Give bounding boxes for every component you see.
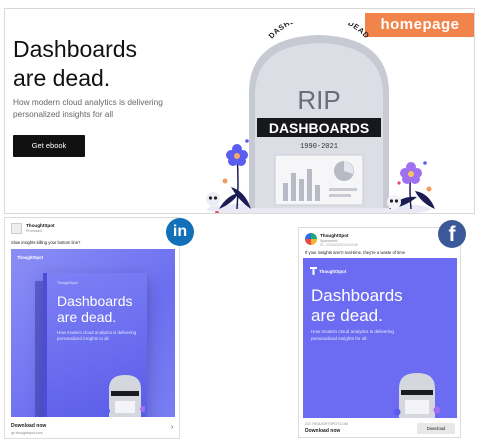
ad-id-label: ID: 2933401503440198 — [320, 243, 358, 247]
creative-subtitle: How modern cloud analytics is delivering… — [311, 329, 394, 341]
linkedin-ad-card[interactable]: ThoughtSpot Promoted Slow insights killi… — [4, 217, 180, 439]
bar-icon-2 — [291, 173, 296, 201]
bar-icon-3 — [299, 179, 304, 201]
facebook-icon: f — [438, 220, 466, 248]
tombstone-years: 1990-2021 — [300, 143, 338, 151]
creative-brand-label: ThoughtSpot — [17, 255, 44, 260]
ebook-title-line-2: are dead. — [57, 309, 117, 325]
mini-tombstone-icon — [393, 373, 441, 418]
creative-title-line-1: Dashboards — [311, 286, 403, 305]
thoughtspot-logo-icon — [305, 233, 317, 245]
tombstone-illustration: DASHBOARDS ARE DEAD RIP DASHBOARDS 1990-… — [206, 23, 435, 213]
linkedin-ad-caption: Slow insights killing your bottom line? — [11, 240, 81, 245]
creative-title-line-2: are dead. — [311, 306, 383, 325]
promoted-label: Promoted — [26, 229, 42, 233]
flower-left-icon — [226, 144, 248, 166]
thoughtspot-mark-icon — [310, 267, 317, 275]
chevron-right-icon[interactable]: › — [171, 424, 173, 431]
linkedin-ad-creative[interactable]: ThoughtSpot ThoughtSpot Dashboards are d… — [11, 249, 175, 417]
ebook-title-line-1: Dashboards — [57, 293, 133, 309]
bar-icon-4 — [307, 169, 312, 201]
download-button[interactable]: Download — [417, 423, 455, 434]
facebook-brand-name[interactable]: ThoughtSpot — [320, 233, 349, 238]
rip-text: RIP — [297, 85, 340, 115]
creative-brand-label: ThoughtSpot — [319, 269, 347, 274]
flower-right-icon — [400, 162, 422, 184]
get-ebook-button[interactable]: Get ebook — [13, 135, 85, 157]
headline-line-2: are dead. — [13, 65, 111, 91]
sparkle-icon — [222, 178, 228, 184]
tombstone-name: DASHBOARDS — [269, 120, 369, 136]
homepage-subtitle: How modern cloud analytics is delivering… — [13, 97, 163, 119]
homepage-panel: homepage Dashboards are dead. How modern… — [4, 8, 475, 214]
linkedin-download-link[interactable]: Download now — [11, 423, 46, 429]
ebook-title: Dashboards are dead. — [57, 293, 147, 325]
ebook-brand: ThoughtSpot — [57, 281, 78, 285]
facebook-ad-creative[interactable]: ThoughtSpot Dashboards are dead. How mod… — [303, 258, 457, 418]
linkedin-icon: in — [166, 218, 194, 246]
ebook-cover: ThoughtSpot Dashboards are dead. How mod… — [43, 273, 147, 417]
linkedin-ad-url[interactable]: go.thoughtspot.com — [11, 431, 43, 435]
facebook-ad-caption: If your insights aren't real-time, they'… — [305, 250, 406, 255]
linkedin-brand-name[interactable]: ThoughtSpot — [26, 223, 55, 228]
bar-icon-5 — [315, 185, 320, 201]
facebook-download-link[interactable]: Download now — [305, 428, 340, 434]
facebook-ad-card[interactable]: ThoughtSpot Sponsored ID: 29334015034401… — [298, 227, 461, 438]
facebook-ad-url[interactable]: GO.THOUGHTSPOT.COM — [305, 422, 348, 426]
mini-tombstone-icon — [105, 375, 145, 417]
skull-left-icon — [206, 192, 220, 207]
ebook-subtitle: How modern cloud analytics is delivering… — [57, 330, 137, 341]
bar-icon-1 — [283, 183, 288, 201]
homepage-headline: Dashboards are dead. — [13, 35, 213, 93]
headline-line-1: Dashboards — [13, 36, 138, 62]
creative-title: Dashboards are dead. — [311, 286, 451, 326]
thoughtspot-logo-icon — [11, 223, 22, 234]
